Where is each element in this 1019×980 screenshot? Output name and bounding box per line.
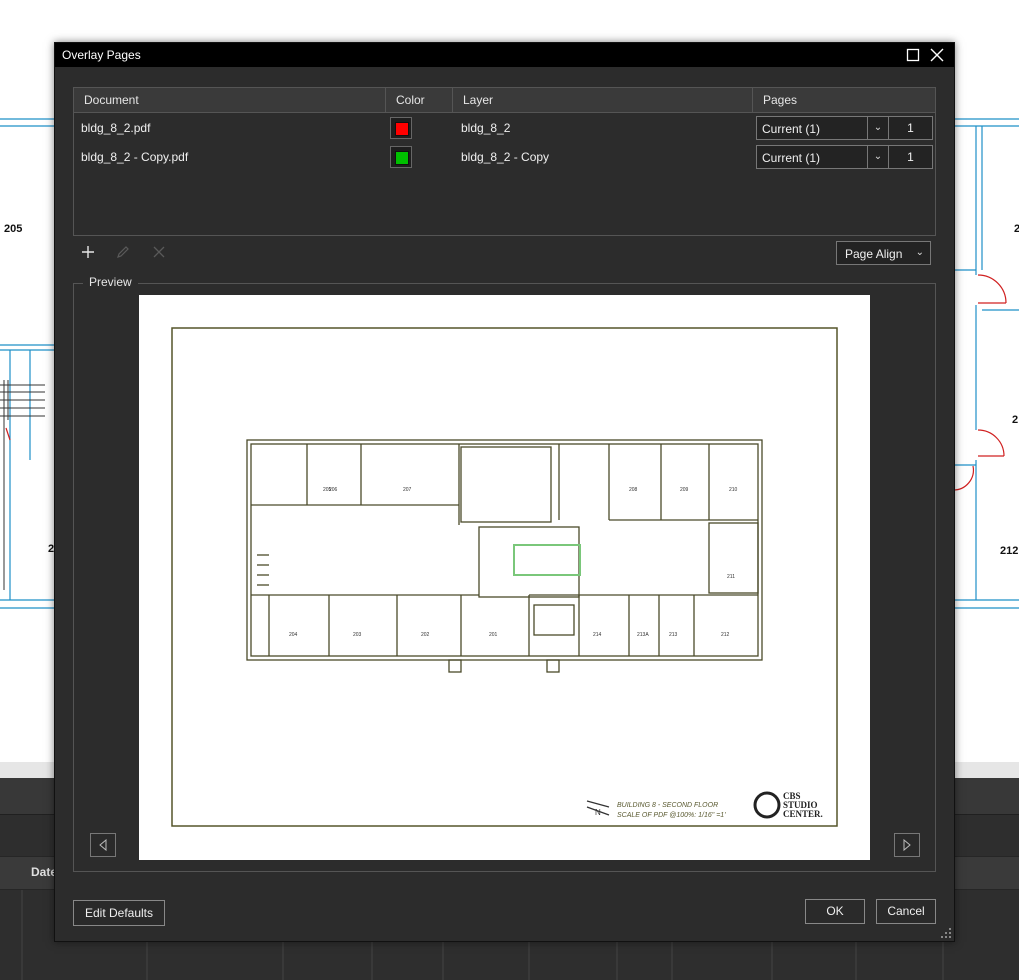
room-label: 207 — [403, 487, 412, 493]
room-label: 213 — [669, 632, 678, 638]
scale-text: SCALE OF PDF @100%: 1/16" =1' — [617, 812, 726, 819]
room-label: 204 — [289, 632, 298, 638]
page-number-input[interactable]: 1 — [888, 116, 933, 140]
pages-dropdown-value: Current (1) — [762, 151, 821, 165]
triangle-right-icon — [903, 838, 911, 852]
add-document-button[interactable] — [80, 244, 96, 265]
triangle-left-icon — [99, 838, 107, 852]
column-header-color[interactable]: Color — [386, 88, 453, 112]
close-icon — [930, 48, 944, 62]
room-label: 201 — [489, 632, 498, 638]
room-label: 202 — [421, 632, 430, 638]
plus-icon — [82, 246, 94, 258]
table-row[interactable]: bldg_8_2 - Copy.pdf bldg_8_2 - Copy Curr… — [74, 142, 935, 170]
maximize-button[interactable] — [901, 43, 925, 67]
room-label: 2 — [1014, 223, 1019, 235]
overlay-pages-dialog: Overlay Pages Document Color Layer Pages… — [54, 42, 955, 942]
table-header: Document Color Layer Pages — [74, 88, 935, 113]
maximize-icon — [906, 48, 920, 62]
title-block-text: BUILDING 8 - SECOND FLOOR — [617, 802, 718, 809]
room-label: 2 — [1012, 414, 1019, 426]
close-button[interactable] — [925, 43, 949, 67]
page-number-input[interactable]: 1 — [888, 145, 933, 169]
floorplan-preview: 205 206 207 208 209 210 204 203 202 201 … — [171, 327, 838, 827]
preview-page: 205 206 207 208 209 210 204 203 202 201 … — [139, 295, 870, 860]
page-align-dropdown[interactable]: Page Align ⌄ — [836, 241, 931, 265]
room-label: 206 — [329, 487, 338, 493]
edit-document-button[interactable] — [115, 244, 131, 265]
logo-text: CENTER. — [783, 809, 823, 819]
close-icon — [153, 246, 165, 258]
room-label: 213A — [637, 632, 649, 638]
layer-name: bldg_8_2 - Copy — [461, 150, 550, 164]
edit-defaults-button[interactable]: Edit Defaults — [73, 900, 165, 926]
room-label: 212 — [1000, 545, 1019, 557]
color-swatch — [395, 151, 409, 165]
documents-table: Document Color Layer Pages bldg_8_2.pdf … — [73, 87, 936, 236]
next-page-button[interactable] — [894, 833, 920, 857]
pages-dropdown[interactable]: Current (1) ⌄ — [756, 145, 889, 169]
preview-label: Preview — [83, 275, 138, 289]
column-header-layer[interactable]: Layer — [453, 88, 753, 112]
page-align-value: Page Align — [845, 247, 903, 261]
previous-page-button[interactable] — [90, 833, 116, 857]
color-picker-button[interactable] — [390, 117, 412, 139]
cancel-button[interactable]: Cancel — [876, 899, 936, 924]
color-swatch — [395, 122, 409, 136]
room-label: 214 — [593, 632, 602, 638]
resize-grip-icon[interactable] — [940, 927, 952, 939]
layer-name: bldg_8_2 — [461, 121, 511, 135]
room-label: 209 — [680, 487, 689, 493]
ok-button[interactable]: OK — [805, 899, 865, 924]
color-picker-button[interactable] — [390, 146, 412, 168]
document-name: bldg_8_2.pdf — [81, 121, 151, 135]
chevron-down-icon: ⌄ — [915, 247, 924, 258]
dialog-titlebar[interactable]: Overlay Pages — [55, 43, 954, 67]
column-header-document[interactable]: Document — [74, 88, 386, 112]
room-label: 210 — [729, 487, 738, 493]
column-header-pages[interactable]: Pages — [753, 88, 935, 112]
room-label: 203 — [353, 632, 362, 638]
room-label: 205 — [4, 223, 23, 235]
room-label: 208 — [629, 487, 638, 493]
remove-document-button[interactable] — [151, 244, 167, 265]
chevron-down-icon[interactable]: ⌄ — [867, 117, 888, 139]
north-arrow-label: N — [595, 808, 601, 817]
document-name: bldg_8_2 - Copy.pdf — [81, 150, 189, 164]
chevron-down-icon[interactable]: ⌄ — [867, 146, 888, 168]
pencil-icon — [117, 246, 129, 258]
table-row[interactable]: bldg_8_2.pdf bldg_8_2 Current (1) ⌄ 1 — [74, 113, 935, 141]
room-label: 212 — [721, 632, 730, 638]
pages-dropdown-value: Current (1) — [762, 122, 821, 136]
dialog-title: Overlay Pages — [62, 48, 141, 62]
room-label: 211 — [727, 574, 735, 580]
pages-dropdown[interactable]: Current (1) ⌄ — [756, 116, 889, 140]
